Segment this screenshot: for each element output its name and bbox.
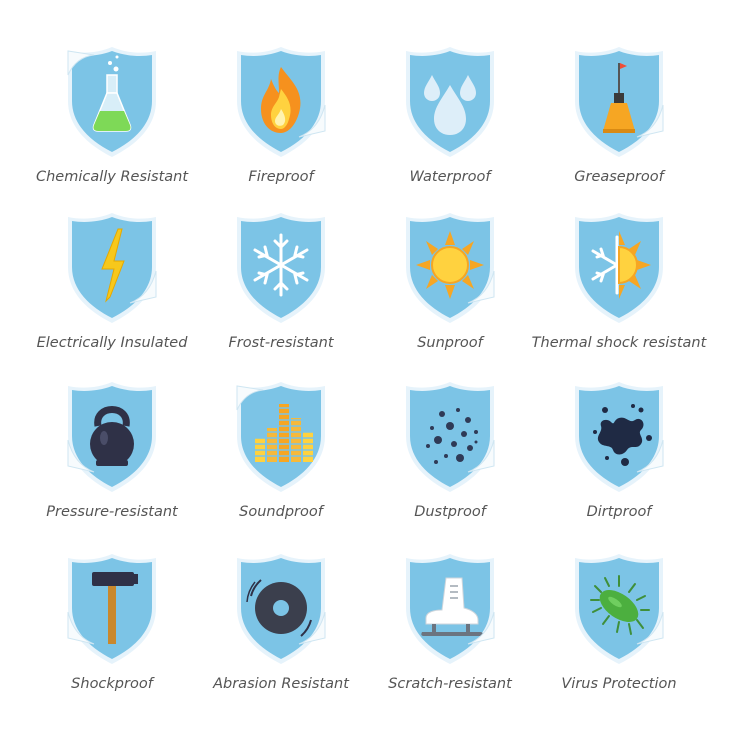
shield [402,552,498,666]
badge-label: Abrasion Resistant [213,676,349,692]
badge-dirtproof: Dirtproof [534,380,704,540]
badge-label: Frost-resistant [228,335,334,351]
badge-fireproof: Fireproof [196,45,366,205]
badge-label: Chemically Resistant [35,169,189,185]
badge-label: Scratch-resistant [388,676,512,692]
badge-label: Pressure-resistant [46,504,178,520]
shield [571,552,667,666]
shield [233,380,329,494]
badge-label: Thermal shock resistant [531,335,707,351]
badge-chemically-resistant: Chemically Resistant [27,45,197,205]
badge-label: Electrically Insulated [36,335,188,351]
badge-virus-protection: Virus Protection [534,552,704,712]
badge-waterproof: Waterproof [365,45,535,205]
badge-label: Virus Protection [561,676,677,692]
badge-label: Waterproof [409,169,491,185]
badge-label: Dustproof [414,504,486,520]
badge-label: Shockproof [71,676,153,692]
badge-thermal-shock-resistant: Thermal shock resistant [532,211,706,371]
badge-greaseproof: Greaseproof [534,45,704,205]
badge-dustproof: Dustproof [365,380,535,540]
badge-soundproof: Soundproof [196,380,366,540]
shield [64,380,160,494]
shield [64,211,160,325]
shield [571,211,667,325]
shield [402,380,498,494]
shield [571,380,667,494]
shield [402,45,498,159]
badge-abrasion-resistant: Abrasion Resistant [196,552,366,712]
shield [233,552,329,666]
shield [571,45,667,159]
badge-frost-resistant: Frost-resistant [196,211,366,371]
badge-scratch-resistant: Scratch-resistant [365,552,535,712]
badge-label: Dirtproof [586,504,652,520]
shield [233,45,329,159]
shield [64,45,160,159]
badge-label: Sunproof [417,335,483,351]
badge-label: Soundproof [239,504,323,520]
badge-shockproof: Shockproof [27,552,197,712]
badge-pressure-resistant: Pressure-resistant [27,380,197,540]
shield [233,211,329,325]
badge-electrically-insulated: Electrically Insulated [27,211,197,371]
badge-sunproof: Sunproof [365,211,535,371]
sun-icon [416,231,484,299]
badge-label: Fireproof [248,169,314,185]
badge-label: Greaseproof [574,169,664,185]
badge-grid: Chemically Resistant Fireproof Waterproo… [0,0,740,740]
shield [64,552,160,666]
shield [402,211,498,325]
